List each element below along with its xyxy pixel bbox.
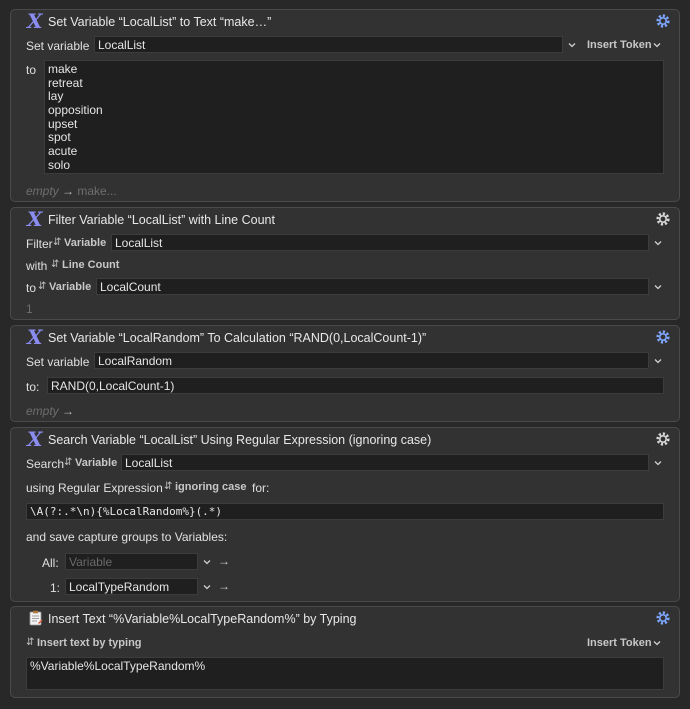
gear-icon[interactable] (655, 329, 671, 345)
right-arrow-icon: → (62, 404, 75, 418)
chevron-down-icon[interactable] (654, 283, 662, 291)
source-variable-field[interactable]: LocalList (121, 454, 649, 471)
to-label: to: (26, 380, 40, 394)
text-line: upset (48, 116, 78, 131)
chevron-down-icon[interactable] (203, 558, 211, 566)
chevron-down-icon[interactable] (654, 357, 662, 365)
text-line: solo (48, 157, 71, 172)
updown-icon[interactable]: ⇵ (64, 458, 72, 468)
insert-token-menu[interactable]: Insert Token (587, 39, 652, 51)
insert-text-content: %Variable%LocalTypeRandom% (30, 659, 206, 673)
insert-token-menu[interactable]: Insert Token (587, 637, 652, 649)
filter-type-popup[interactable]: Line Count (62, 259, 119, 271)
text-content-area[interactable]: make retreat lay opposition upset spot a… (44, 60, 664, 174)
action-title: Set Variable “LocalRandom” To Calculatio… (48, 331, 427, 345)
chevron-down-icon[interactable] (568, 41, 576, 49)
action-title: Set Variable “LocalList” to Text “make…” (48, 15, 272, 29)
chevron-down-icon[interactable] (654, 239, 662, 247)
action-header[interactable]: X Set Variable “LocalRandom” To Calculat… (11, 325, 679, 349)
dest-type-popup[interactable]: Variable (49, 281, 91, 293)
updown-icon[interactable]: ⇵ (53, 238, 61, 248)
x-script-icon: X (27, 325, 43, 349)
source-type-popup[interactable]: Variable (75, 457, 117, 469)
source-type-popup[interactable]: Variable (64, 237, 106, 249)
action-header[interactable]: X Set Variable “LocalList” to Text “make… (11, 9, 679, 33)
gear-icon[interactable] (655, 211, 671, 227)
summary-empty: empty (26, 404, 59, 418)
result-preview: 1 (26, 302, 33, 316)
gear-icon[interactable] (655, 13, 671, 29)
right-arrow-icon[interactable]: → (218, 554, 230, 568)
using-regex-label: using Regular Expression (26, 481, 163, 495)
gear-icon[interactable] (655, 431, 671, 447)
to-label: to (26, 281, 37, 295)
all-label: All: (42, 556, 59, 570)
action-filter-variable[interactable]: X Filter Variable “LocalList” with Line … (10, 207, 680, 320)
clipboard-document-icon (29, 610, 43, 626)
group1-variable-field[interactable]: LocalTypeRandom (65, 578, 198, 595)
updown-icon[interactable]: ⇵ (38, 282, 46, 292)
source-variable-field[interactable]: LocalList (111, 234, 649, 251)
variable-name-field[interactable]: LocalRandom (94, 352, 649, 369)
action-header[interactable]: Insert Text “%Variable%LocalTypeRandom%”… (11, 607, 679, 629)
group1-label: 1: (50, 581, 61, 595)
set-variable-label: Set variable (26, 39, 90, 53)
right-arrow-icon: → (62, 184, 75, 198)
action-header[interactable]: X Filter Variable “LocalList” with Line … (11, 207, 679, 231)
insert-text-area[interactable]: %Variable%LocalTypeRandom% (26, 657, 664, 690)
chevron-down-icon[interactable] (653, 41, 661, 49)
right-arrow-icon[interactable]: → (218, 579, 230, 593)
chevron-down-icon[interactable] (654, 459, 662, 467)
updown-icon[interactable]: ⇵ (164, 482, 172, 492)
filter-label: Filter (26, 237, 53, 251)
summary-preview: empty → (26, 404, 74, 418)
action-title: Filter Variable “LocalList” with Line Co… (48, 213, 275, 227)
variable-name-field[interactable]: LocalList (94, 36, 563, 53)
search-label: Search (26, 457, 65, 471)
text-line: make (48, 62, 78, 76)
chevron-down-icon[interactable] (203, 583, 211, 591)
text-line: opposition (48, 103, 103, 118)
x-script-icon: X (27, 427, 43, 451)
summary-preview: empty → make... (26, 184, 117, 198)
action-set-variable-locallist[interactable]: X Set Variable “LocalList” to Text “make… (10, 9, 680, 202)
dest-variable-field[interactable]: LocalCount (96, 278, 649, 295)
action-header[interactable]: X Search Variable “LocalList” Using Regu… (11, 427, 679, 451)
updown-icon[interactable]: ⇵ (26, 638, 34, 648)
x-script-icon: X (27, 9, 43, 33)
save-capture-groups-label: and save capture groups to Variables: (26, 530, 228, 544)
with-label: with (26, 259, 48, 273)
action-insert-text[interactable]: Insert Text “%Variable%LocalTypeRandom%”… (10, 606, 680, 698)
action-set-variable-calculation[interactable]: X Set Variable “LocalRandom” To Calculat… (10, 325, 680, 422)
regex-field[interactable]: \A(?:.*\n){%LocalRandom%}(.*) (26, 503, 664, 520)
chevron-down-icon[interactable] (653, 639, 661, 647)
all-variable-field[interactable]: Variable (65, 553, 198, 570)
summary-value: make... (77, 184, 117, 198)
to-label: to (26, 63, 37, 77)
action-title: Insert Text “%Variable%LocalTypeRandom%”… (48, 612, 357, 626)
for-label: for: (252, 481, 270, 495)
updown-icon[interactable]: ⇵ (51, 260, 59, 270)
summary-empty: empty (26, 184, 59, 198)
case-option-popup[interactable]: ignoring case (175, 481, 247, 493)
x-script-icon: X (27, 207, 43, 231)
text-line: lay (48, 89, 64, 104)
action-title: Search Variable “LocalList” Using Regula… (48, 433, 432, 447)
text-line: spot (48, 130, 71, 145)
gear-icon[interactable] (655, 610, 671, 626)
action-search-variable-regex[interactable]: X Search Variable “LocalList” Using Regu… (10, 427, 680, 602)
set-variable-label: Set variable (26, 355, 90, 369)
calculation-field[interactable]: RAND(0,LocalCount-1) (47, 377, 664, 394)
text-line: retreat (48, 75, 83, 90)
text-line: acute (48, 144, 78, 159)
insert-mode-popup[interactable]: Insert text by typing (37, 637, 142, 649)
